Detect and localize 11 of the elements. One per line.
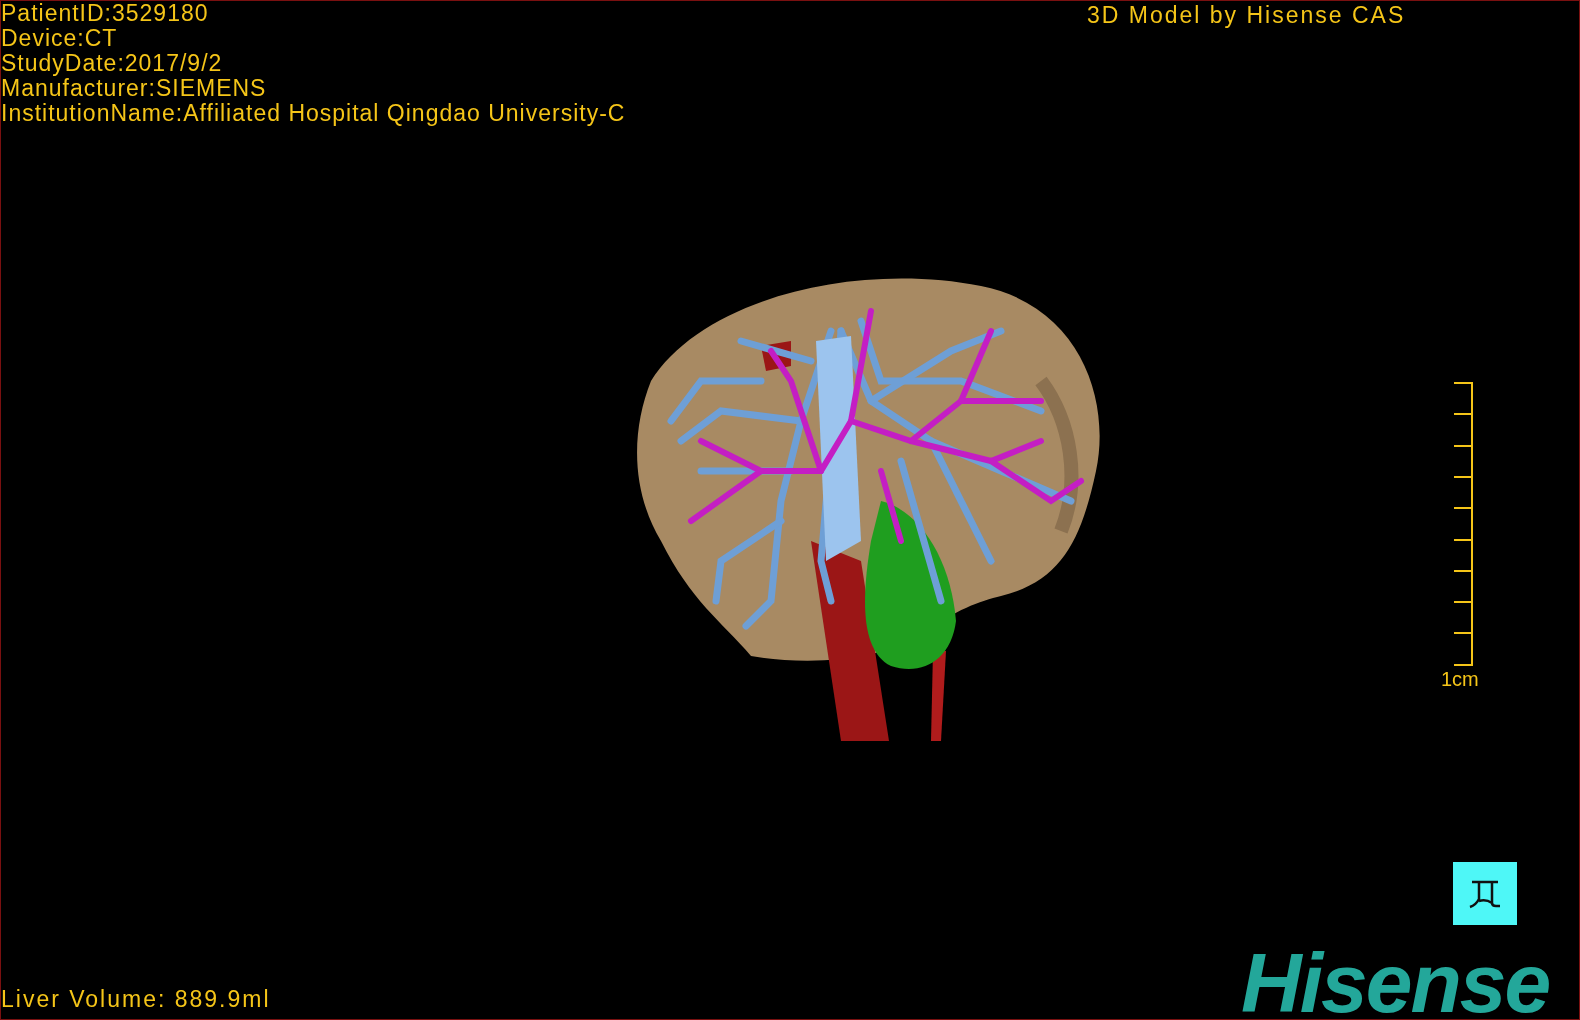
study-info-text: PatientID:3529180 bbox=[1, 1, 210, 26]
study-info-text: Manufacturer:SIEMENS bbox=[1, 76, 268, 101]
study-info-text: InstitutionName:Affiliated Hospital Qingdao University-C bbox=[1, 101, 626, 126]
glyph-icon bbox=[1468, 878, 1502, 909]
brand-logo: Hisense bbox=[1241, 939, 1550, 1019]
model-title: 3D Model by Hisense CAS bbox=[1087, 3, 1406, 28]
study-info-text: Device:CT bbox=[1, 26, 119, 51]
study-info-text: StudyDate:2017/9/2 bbox=[1, 51, 224, 76]
liver-volume-text: Liver Volume: 889.9ml bbox=[1, 987, 271, 1012]
scale-label: 1cm bbox=[1441, 668, 1479, 690]
view-orientation-button[interactable] bbox=[1453, 862, 1517, 925]
